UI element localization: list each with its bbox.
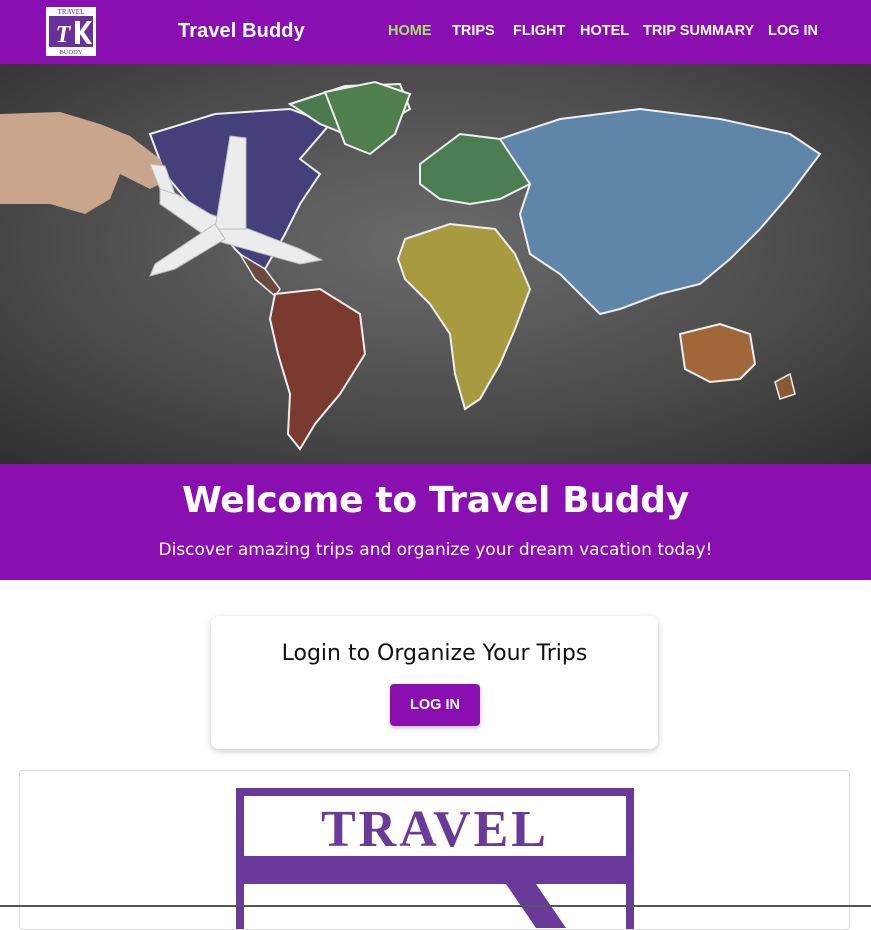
nav-trips[interactable]: TRIPS — [452, 23, 495, 39]
top-navbar: TRAVEL T BUDDY Travel Buddy HOME TRIPS F… — [0, 0, 871, 64]
logo-bottom-text: BUDDY — [59, 49, 82, 56]
welcome-subtitle: Discover amazing trips and organize your… — [158, 540, 713, 560]
login-card-title: Login to Organize Your Trips — [281, 641, 588, 666]
large-logo-text: TRAVEL — [321, 801, 549, 858]
login-button[interactable]: LOG IN — [390, 684, 480, 726]
hero-world-map-image — [0, 64, 871, 464]
travel-buddy-logo-icon[interactable]: TRAVEL T BUDDY — [46, 7, 96, 56]
nav-trip-summary[interactable]: TRIP SUMMARY — [643, 23, 754, 39]
nav-home[interactable]: HOME — [388, 23, 432, 39]
nav-hotel[interactable]: HOTEL — [580, 23, 629, 39]
travel-buddy-large-logo: TRAVEL — [236, 788, 634, 929]
logo-top-text: TRAVEL — [58, 8, 85, 16]
svg-text:T: T — [56, 22, 72, 48]
welcome-title: Welcome to Travel Buddy — [182, 480, 689, 521]
nav-flight[interactable]: FLIGHT — [513, 23, 565, 39]
nav-login[interactable]: LOG IN — [768, 23, 818, 39]
welcome-banner: Welcome to Travel Buddy Discover amazing… — [0, 464, 871, 580]
brand-title[interactable]: Travel Buddy — [178, 20, 305, 43]
login-card: Login to Organize Your Trips LOG IN — [211, 616, 658, 749]
